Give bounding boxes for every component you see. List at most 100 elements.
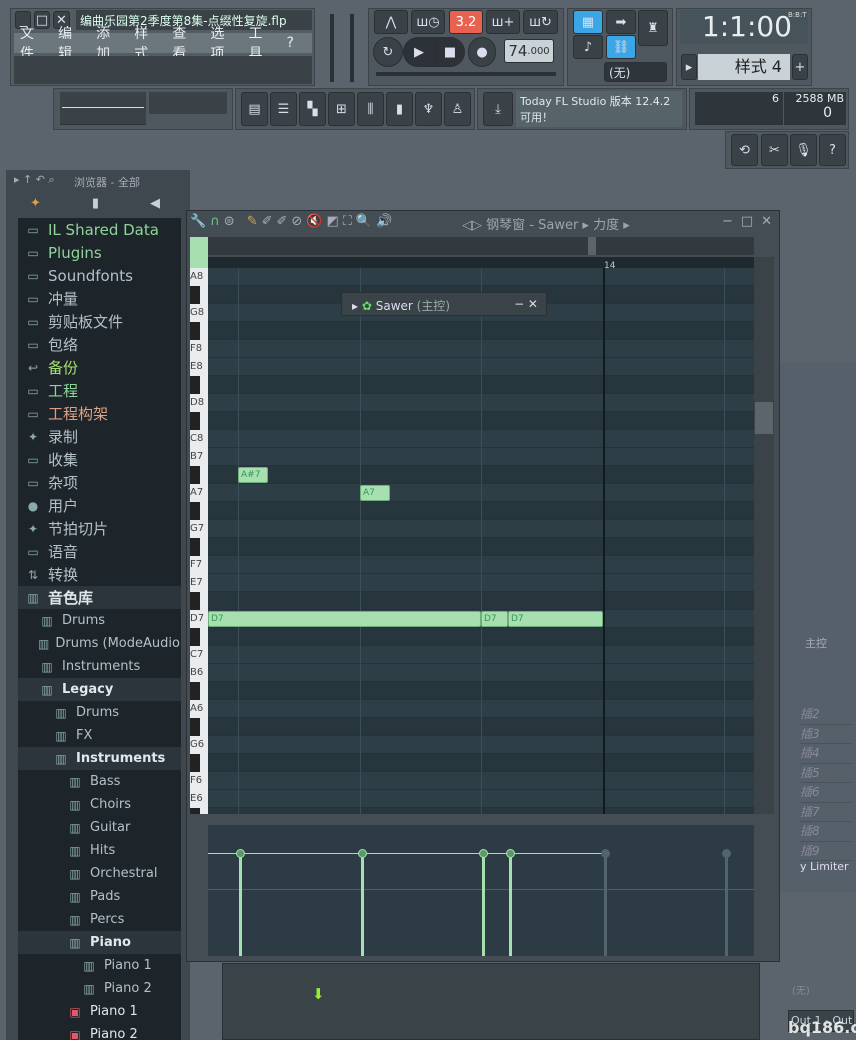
undo-history-button[interactable]: ⟲ (731, 134, 758, 166)
browser-item[interactable]: ▥ Percs (18, 908, 181, 931)
pattern-selector[interactable]: 样式 4 (698, 54, 790, 80)
browser-item[interactable]: ▭ Plugins (18, 241, 181, 264)
note[interactable]: D7 (481, 611, 508, 627)
browser-item[interactable]: ▭ 杂项 (18, 471, 181, 494)
browser-item[interactable]: ▭ 工程构架 (18, 402, 181, 425)
help-button[interactable]: ? (819, 134, 846, 166)
browser-item[interactable]: ▥ Piano 1 (18, 954, 181, 977)
piano-keyboard[interactable]: A8 G8 F8 E8 D8 C8 B7 A7 G7 F7 E7 D7 C7 B6 A6 G6 F6 E6 (190, 268, 208, 814)
record-audio-button[interactable]: 🎙 (790, 134, 817, 166)
browser-item[interactable]: ▭ 语音 (18, 540, 181, 563)
browser-item[interactable]: ▥ Drums (ModeAudio) (18, 632, 181, 655)
metronome-button[interactable]: ⋀ (374, 10, 408, 34)
browser-item[interactable]: ▥ Piano 2 (18, 977, 181, 1000)
browser-item[interactable]: ● 用户 (18, 494, 181, 517)
velocity-handle[interactable] (722, 849, 731, 858)
cut-tools-button[interactable]: ✂ (761, 134, 788, 166)
velocity-handle[interactable] (601, 849, 610, 858)
mixer-insert[interactable]: 插3 (800, 725, 852, 744)
channel-popup[interactable]: ▸ ✿ Sawer (主控) − ✕ (341, 292, 547, 316)
scroll-down-arrow-icon[interactable]: ⬇ (312, 985, 325, 1003)
velocity-handle[interactable] (358, 849, 367, 858)
mixer-insert[interactable]: 插6 (800, 783, 852, 803)
performance-button[interactable]: ♙ (444, 92, 471, 126)
limiter-slot[interactable]: y Limiter (800, 860, 849, 873)
snap-select[interactable]: (无) (604, 62, 667, 82)
mixer-insert[interactable]: 插8 (800, 822, 852, 842)
target-selector[interactable]: 力度 (593, 218, 619, 233)
step-edit-button[interactable]: ш+ (486, 10, 520, 34)
mixer-insert[interactable]: 插2 (800, 705, 852, 725)
velocity-handle[interactable] (506, 849, 515, 858)
wait-record-button[interactable]: ш◷ (411, 10, 445, 34)
master-pitch-slider[interactable] (350, 14, 354, 82)
browser-item[interactable]: ▥ Drums (18, 701, 181, 724)
mixer-insert[interactable]: 插5 (800, 764, 852, 783)
play-button[interactable]: ▶ (403, 37, 435, 67)
velocity-bar[interactable] (482, 853, 485, 956)
velocity-bar[interactable] (361, 853, 364, 956)
browser-item[interactable]: ▥ Piano (18, 931, 181, 954)
playlist-button[interactable]: ▤ (241, 92, 268, 126)
black-key[interactable] (190, 466, 200, 484)
browser-item[interactable]: ▥ Hits (18, 839, 181, 862)
browser-item[interactable]: ▭ IL Shared Data (18, 218, 181, 241)
mixer-insert[interactable]: 插4 (800, 744, 852, 764)
window-controls[interactable]: −□✕ (722, 214, 780, 229)
popup-close-icon[interactable]: − ✕ (514, 297, 538, 311)
typing-keyboard-button[interactable]: ▦ (573, 10, 603, 34)
browser-item[interactable]: ↩ 备份 (18, 356, 181, 379)
black-key[interactable] (190, 592, 200, 610)
waveform-icon[interactable]: ✦ (30, 196, 41, 211)
browser-item[interactable]: ▥ Guitar (18, 816, 181, 839)
browser-item[interactable]: ▥ Instruments (18, 655, 181, 678)
black-key[interactable] (190, 808, 200, 814)
black-key[interactable] (190, 754, 200, 772)
mixer-insert-list[interactable]: 插2 插3 插4 插5 插6 插7 插8 插9 (800, 705, 852, 861)
black-key[interactable] (190, 628, 200, 646)
piano-roll-toolbar[interactable]: 🔧∩⊜ ✎✐✐⊘🔇◩⛶🔍🔊 (190, 214, 490, 229)
document-icon[interactable]: ▮ (92, 196, 99, 211)
browser-item[interactable]: ▣ Piano 2 (18, 1023, 181, 1040)
menu-item[interactable]: ? (287, 35, 294, 51)
mixer-button[interactable]: ⫼ (357, 92, 384, 126)
velocity-bar[interactable] (239, 853, 242, 956)
browser-item[interactable]: ▥ Bass (18, 770, 181, 793)
black-key[interactable] (190, 718, 200, 736)
browser-button[interactable]: ⊞ (328, 92, 355, 126)
browser-filter-icons[interactable]: ✦ ▮ ◀ (30, 196, 160, 211)
channel-rack-button[interactable]: ☰ (270, 92, 297, 126)
browser-item[interactable]: ▥ Instruments (18, 747, 181, 770)
note[interactable]: D7 (508, 611, 603, 627)
tempo-display[interactable]: 74.000 (504, 39, 554, 63)
pattern-prev-button[interactable]: ▸ (681, 54, 697, 80)
browser-item[interactable]: ▥ Choirs (18, 793, 181, 816)
browser-item[interactable]: ▣ Piano 1 (18, 1000, 181, 1023)
browser-item[interactable]: ✦ 录制 (18, 425, 181, 448)
loop-button[interactable]: ↻ (373, 37, 403, 67)
note-button[interactable]: ♪ (573, 35, 603, 59)
browser-item[interactable]: ▭ 包络 (18, 333, 181, 356)
browser-nav-icons[interactable]: ▸ ↑ ↶ ⌕ (14, 173, 55, 187)
browser-item[interactable]: ▭ 收集 (18, 448, 181, 471)
black-key[interactable] (190, 538, 200, 556)
black-key[interactable] (190, 376, 200, 394)
horizontal-scrollbar[interactable] (208, 237, 754, 255)
step-arrow-button[interactable]: ➡ (606, 10, 636, 34)
browser-item[interactable]: ▥ Drums (18, 609, 181, 632)
black-key[interactable] (190, 412, 200, 430)
stop-button[interactable]: ■ (435, 37, 465, 67)
pattern-song-toggle[interactable]: 3.2 (449, 10, 483, 34)
velocity-bar[interactable] (604, 853, 607, 956)
plugin-icon[interactable]: ◀ (150, 196, 160, 211)
note[interactable]: D7 (208, 611, 481, 627)
vertical-scrollbar[interactable] (754, 257, 774, 814)
master-volume-slider[interactable] (330, 14, 334, 82)
hint-bar[interactable]: Today FL Studio 版本 12.4.2 可用！ (516, 91, 682, 127)
black-key[interactable] (190, 502, 200, 520)
browser-item[interactable]: ▭ 冲量 (18, 287, 181, 310)
browser-item[interactable]: ✦ 节拍切片 (18, 517, 181, 540)
note[interactable]: A#7 (238, 467, 268, 483)
loop-record-button[interactable]: ш↻ (523, 10, 558, 34)
plugin-button[interactable]: ♆ (415, 92, 442, 126)
